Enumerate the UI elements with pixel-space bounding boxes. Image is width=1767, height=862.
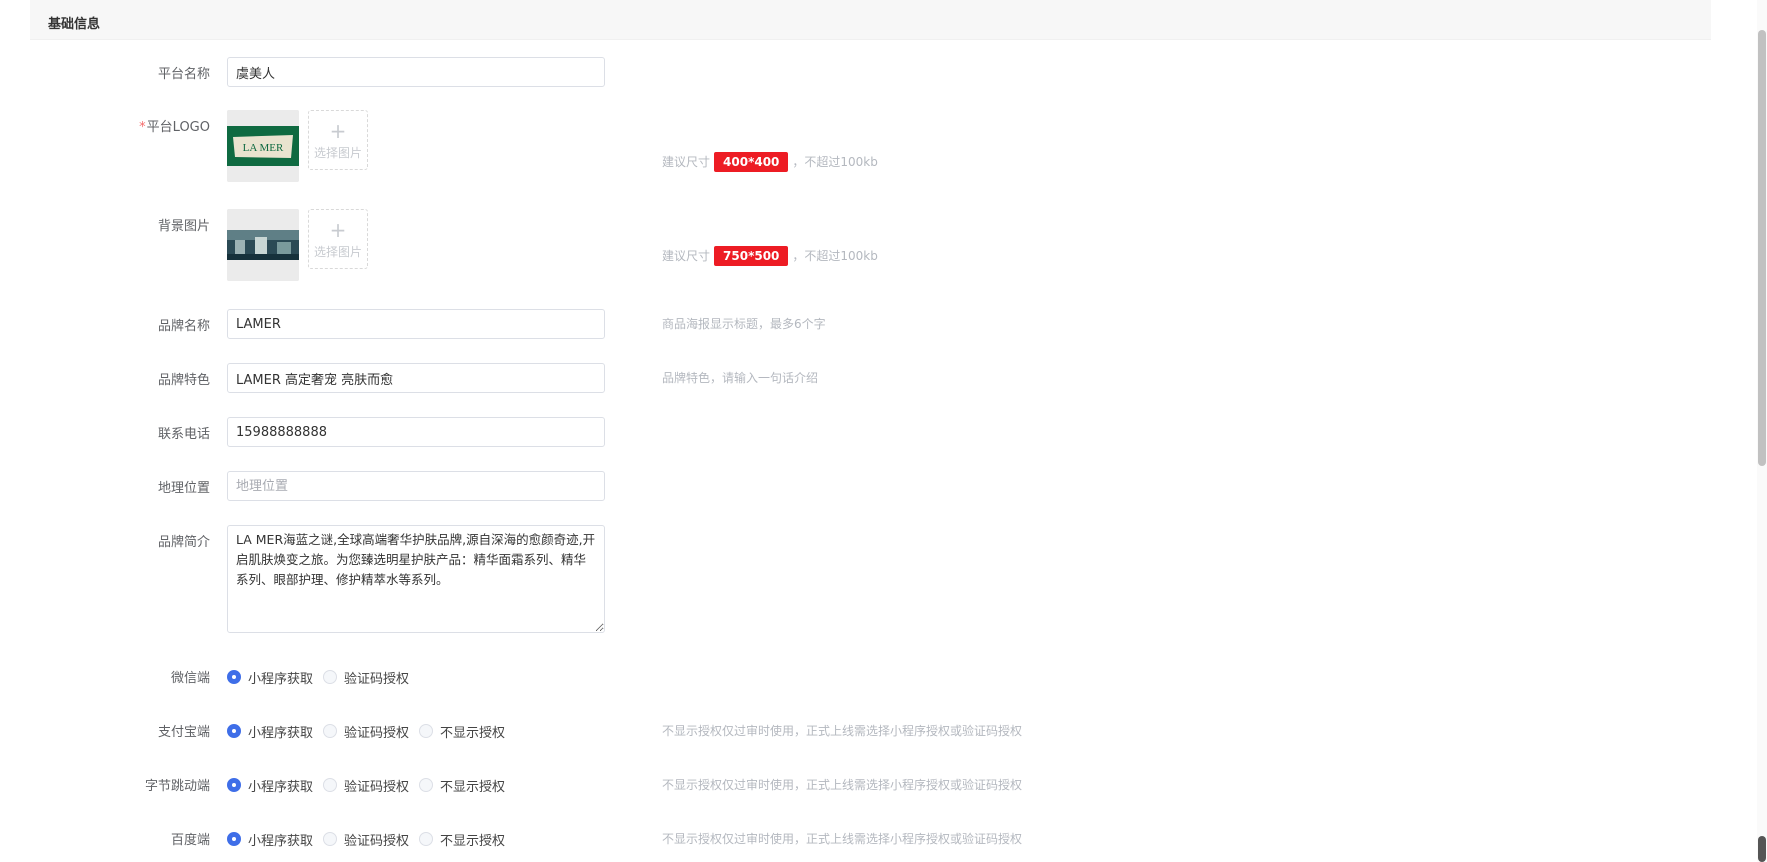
background-image-upload-button[interactable]: + 选择图片 — [308, 209, 368, 269]
bytedance-radio-group: 小程序获取 验证码授权 不显示授权 — [227, 775, 515, 795]
radio-checked-icon — [227, 778, 241, 792]
radio-option-miniapp[interactable]: 小程序获取 — [227, 668, 313, 687]
section-header: 基础信息 — [30, 0, 1711, 40]
radio-option-miniapp[interactable]: 小程序获取 — [227, 776, 313, 795]
alipay-label: 支付宝端 — [157, 725, 210, 740]
section-title: 基础信息 — [48, 17, 101, 32]
brand-feature-hint: 品牌特色，请输入一句话介绍 — [662, 371, 819, 385]
background-image-label: 背景图片 — [157, 219, 210, 234]
bytedance-label: 字节跳动端 — [144, 779, 210, 794]
phone-input[interactable] — [227, 417, 605, 447]
bytedance-hint: 不显示授权仅过审时使用，正式上线需选择小程序授权或验证码授权 — [662, 778, 1023, 792]
background-image-thumbnail[interactable] — [227, 209, 299, 281]
background-thumbnail-image — [227, 209, 299, 281]
radio-unchecked-icon — [419, 724, 434, 738]
radio-unchecked-icon — [323, 778, 338, 792]
radio-option-miniapp[interactable]: 小程序获取 — [227, 830, 313, 849]
brand-name-label: 品牌名称 — [157, 319, 210, 334]
radio-unchecked-icon — [323, 670, 338, 684]
brand-feature-input[interactable] — [227, 363, 605, 393]
size-badge: 750*500 — [714, 246, 789, 266]
size-badge: 400*400 — [714, 152, 789, 172]
platform-logo-hint: 建议尺寸 400*400 ，不超过100kb — [662, 152, 878, 172]
alipay-hint: 不显示授权仅过审时使用，正式上线需选择小程序授权或验证码授权 — [662, 724, 1023, 738]
phone-label: 联系电话 — [157, 427, 210, 442]
location-input[interactable] — [227, 471, 605, 501]
radio-option-captcha[interactable]: 验证码授权 — [323, 830, 409, 849]
brand-feature-label: 品牌特色 — [157, 373, 210, 388]
wechat-radio-group: 小程序获取 验证码授权 — [227, 667, 419, 687]
radio-unchecked-icon — [419, 832, 434, 846]
platform-logo-label-text: 平台LOGO — [146, 120, 210, 135]
upload-label: 选择图片 — [313, 245, 362, 259]
radio-checked-icon — [227, 832, 241, 846]
required-mark: * — [139, 120, 146, 135]
plus-icon: + — [329, 119, 347, 143]
radio-option-captcha[interactable]: 验证码授权 — [323, 722, 409, 741]
hint-suffix: ，不超过100kb — [792, 155, 878, 169]
radio-unchecked-icon — [323, 724, 338, 738]
baidu-hint: 不显示授权仅过审时使用，正式上线需选择小程序授权或验证码授权 — [662, 832, 1023, 846]
brand-name-input[interactable] — [227, 309, 605, 339]
alipay-radio-group: 小程序获取 验证码授权 不显示授权 — [227, 721, 515, 741]
hint-prefix: 建议尺寸 — [662, 155, 711, 169]
radio-checked-icon — [227, 670, 241, 684]
radio-unchecked-icon — [419, 778, 434, 792]
baidu-radio-group: 小程序获取 验证码授权 不显示授权 — [227, 829, 515, 849]
radio-checked-icon — [227, 724, 241, 738]
scrollbar-thumb[interactable] — [1758, 30, 1766, 466]
platform-logo-thumbnail[interactable]: LA MER — [227, 110, 299, 182]
upload-label: 选择图片 — [313, 146, 362, 160]
logo-thumb-text: LA MER — [243, 142, 284, 154]
hint-prefix: 建议尺寸 — [662, 249, 711, 263]
platform-logo-label: *平台LOGO — [90, 118, 210, 138]
baidu-label: 百度端 — [170, 833, 210, 848]
radio-option-hidden[interactable]: 不显示授权 — [419, 722, 505, 741]
radio-option-captcha[interactable]: 验证码授权 — [323, 668, 409, 687]
location-label: 地理位置 — [157, 481, 210, 496]
hint-suffix: ，不超过100kb — [792, 249, 878, 263]
platform-name-input[interactable] — [227, 57, 605, 87]
radio-unchecked-icon — [323, 832, 338, 846]
brand-intro-textarea[interactable]: LA MER海蓝之谜,全球高端奢华护肤品牌,源自深海的愈颜奇迹,开启肌肤焕变之旅… — [227, 525, 605, 633]
radio-option-miniapp[interactable]: 小程序获取 — [227, 722, 313, 741]
platform-logo-upload-button[interactable]: + 选择图片 — [308, 110, 368, 170]
brand-intro-label: 品牌简介 — [157, 535, 210, 550]
radio-option-hidden[interactable]: 不显示授权 — [419, 830, 505, 849]
vertical-scrollbar[interactable] — [1757, 0, 1767, 862]
background-image-hint: 建议尺寸 750*500 ，不超过100kb — [662, 246, 878, 266]
brand-name-hint: 商品海报显示标题，最多6个字 — [662, 317, 826, 331]
radio-option-hidden[interactable]: 不显示授权 — [419, 776, 505, 795]
scrollbar-handle[interactable] — [1758, 836, 1766, 862]
radio-option-captcha[interactable]: 验证码授权 — [323, 776, 409, 795]
platform-name-label: 平台名称 — [157, 67, 210, 82]
la-mer-logo-image: LA MER — [227, 110, 299, 182]
wechat-label: 微信端 — [170, 671, 210, 686]
plus-icon: + — [329, 218, 347, 242]
